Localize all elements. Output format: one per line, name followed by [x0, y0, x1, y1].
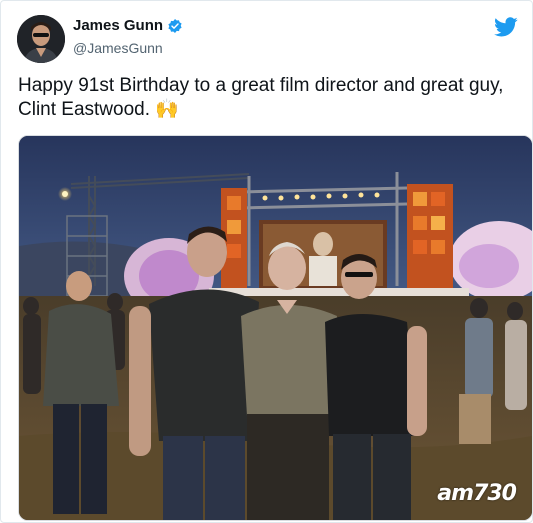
author-name[interactable]: James Gunn — [73, 17, 163, 34]
tweet-text-line-1: Happy 91st Birthday to a great film dire… — [18, 75, 504, 96]
watermark-logo: am730 — [437, 481, 517, 506]
tweet-card[interactable]: James Gunn @JamesGunn Happy 91st Birthda… — [0, 0, 533, 523]
tweet-photo[interactable]: am730 — [18, 135, 532, 521]
raised-hands-emoji: 🙌 — [155, 99, 179, 120]
tweet-text: Happy 91st Birthday to a great film dire… — [18, 74, 528, 122]
tweet-text-line-2-text: Clint Eastwood. — [18, 99, 151, 120]
author-handle[interactable]: @JamesGunn — [73, 40, 163, 56]
author-avatar[interactable] — [17, 15, 65, 63]
verified-badge-icon — [167, 18, 183, 34]
twitter-bird-icon[interactable] — [494, 15, 518, 39]
tweet-text-line-2: Clint Eastwood. 🙌 — [18, 98, 528, 122]
